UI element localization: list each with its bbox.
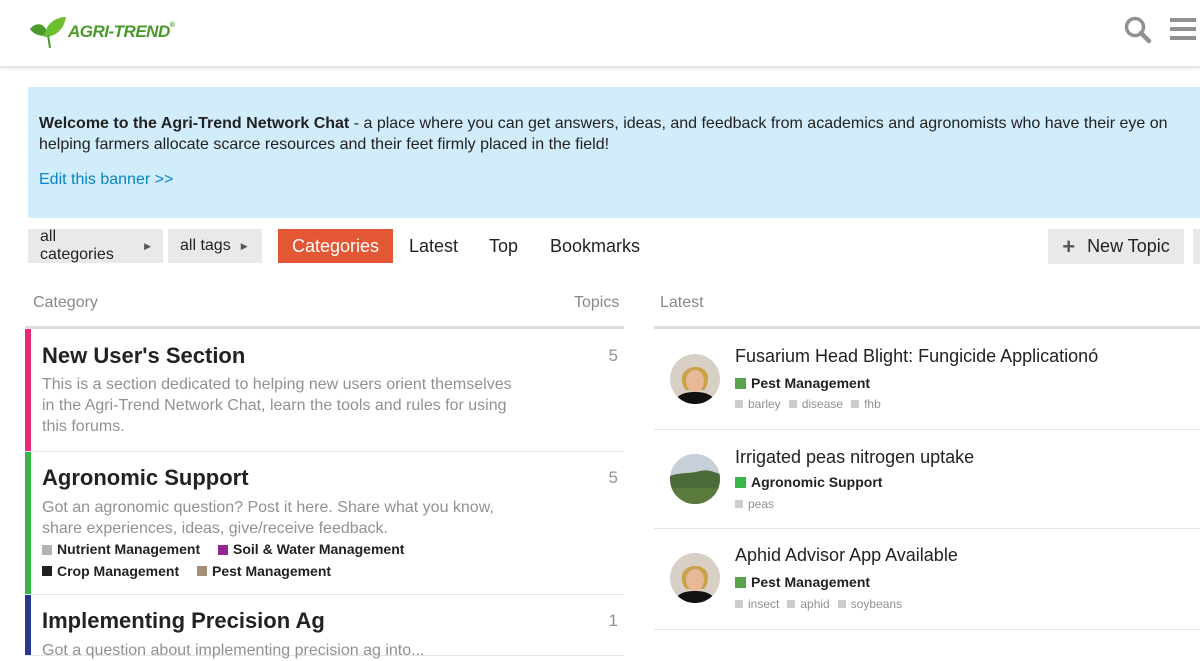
category-description: Got an agronomic question? Post it here.… [42, 499, 494, 537]
site-logo[interactable]: AGRI-TREND® [28, 14, 175, 50]
tag[interactable]: disease [788, 397, 843, 411]
tab-top[interactable]: Top [489, 229, 518, 263]
subcategory-pest-management[interactable]: Pest Management [197, 561, 331, 582]
all-categories-dropdown[interactable]: all categories ▶ [28, 228, 163, 263]
edit-banner-link[interactable]: Edit this banner >> [39, 171, 173, 189]
topic-row[interactable]: Fusarium Head Blight: Fungicide Applicat… [654, 329, 1200, 430]
category-column-header[interactable]: Category [33, 294, 98, 312]
tag[interactable]: peas [735, 497, 774, 511]
avatar[interactable] [670, 454, 720, 504]
hamburger-menu-icon[interactable] [1170, 18, 1196, 40]
topic-row[interactable]: Aphid Advisor App Available Pest Managem… [654, 529, 1200, 630]
logo-wordmark: AGRI-TREND® [68, 22, 175, 41]
topic-title[interactable]: Irrigated peas nitrogen uptake [735, 447, 974, 468]
subcategory-crop-management[interactable]: Crop Management [42, 561, 179, 582]
topic-count: 5 [608, 468, 618, 487]
tag[interactable]: insect [735, 597, 779, 611]
category-row[interactable]: Agronomic Support 5 Got an agronomic que… [25, 452, 624, 595]
category-color-bar [25, 329, 31, 451]
new-topic-button[interactable]: + New Topic [1048, 229, 1184, 264]
topic-title[interactable]: Fusarium Head Blight: Fungicide Applicat… [735, 346, 1098, 367]
category-title[interactable]: Implementing Precision Ag [42, 608, 325, 634]
topic-category-badge[interactable]: Agronomic Support [735, 474, 882, 490]
avatar[interactable] [670, 553, 720, 603]
category-color-bar [25, 595, 31, 655]
category-description: This is a section dedicated to helping n… [42, 376, 512, 435]
category-row[interactable]: New User's Section 5 This is a section d… [25, 329, 624, 452]
topic-count: 5 [608, 346, 618, 365]
tag[interactable]: fhb [851, 397, 881, 411]
subcategory-list: Nutrient Management Soil & Water Managem… [42, 539, 418, 582]
topic-title[interactable]: Aphid Advisor App Available [735, 545, 958, 566]
tag[interactable]: aphid [787, 597, 830, 611]
tab-bookmarks[interactable]: Bookmarks [550, 229, 640, 263]
category-description: Got a question about implementing precis… [42, 642, 425, 659]
topic-count: 1 [608, 611, 618, 630]
tag[interactable]: barley [735, 397, 781, 411]
topic-category-badge[interactable]: Pest Management [735, 375, 870, 391]
tab-latest[interactable]: Latest [409, 229, 458, 263]
subcategory-nutrient-management[interactable]: Nutrient Management [42, 539, 200, 560]
site-header: AGRI-TREND® [0, 0, 1200, 68]
category-title[interactable]: New User's Section [42, 343, 245, 369]
topic-category-badge[interactable]: Pest Management [735, 574, 870, 590]
leaf-logo-icon [30, 17, 66, 49]
plus-icon: + [1062, 233, 1076, 259]
navigation-bar: all categories ▶ all tags ▶ Categories Lat… [28, 228, 1200, 265]
tab-categories[interactable]: Categories [278, 229, 394, 263]
category-color-bar [25, 452, 31, 594]
topic-tags: peas [735, 497, 782, 511]
topic-row[interactable]: Irrigated peas nitrogen uptake Agronomic… [654, 430, 1200, 529]
caret-right-icon: ▶ [240, 240, 248, 251]
latest-column-header: Latest [660, 294, 704, 311]
avatar[interactable] [670, 354, 720, 404]
category-title[interactable]: Agronomic Support [42, 465, 249, 491]
nav-extra-button[interactable] [1193, 229, 1200, 264]
tag[interactable]: soybeans [837, 597, 902, 611]
subcategory-soil-water-management[interactable]: Soil & Water Management [218, 539, 404, 560]
search-icon[interactable] [1124, 16, 1152, 44]
caret-right-icon: ▶ [144, 240, 151, 251]
topic-tags: insect aphid soybeans [735, 597, 910, 611]
all-tags-dropdown[interactable]: all tags ▶ [168, 229, 262, 263]
banner-message: Welcome to the Agri-Trend Network Chat -… [39, 115, 1168, 153]
welcome-banner: Welcome to the Agri-Trend Network Chat -… [28, 87, 1200, 218]
topics-column-header[interactable]: Topics [574, 294, 619, 312]
topic-tags: barley disease fhb [735, 397, 889, 411]
